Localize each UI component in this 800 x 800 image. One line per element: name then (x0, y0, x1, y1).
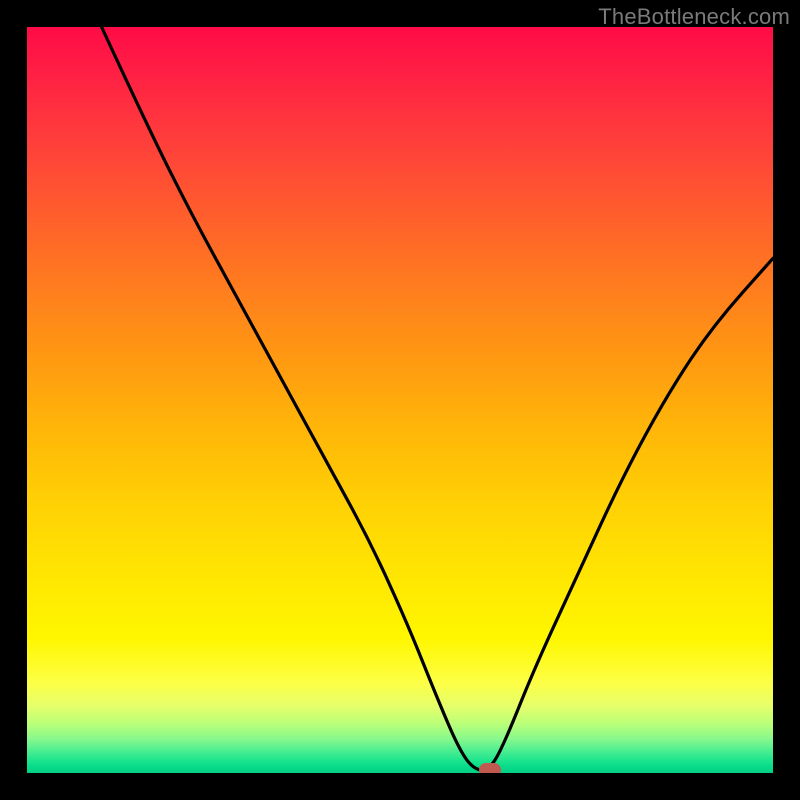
optimal-marker (479, 763, 501, 773)
chart-wrapper: TheBottleneck.com (0, 0, 800, 800)
bottleneck-curve (27, 27, 773, 773)
watermark-text: TheBottleneck.com (598, 4, 790, 30)
plot-area (27, 27, 773, 773)
